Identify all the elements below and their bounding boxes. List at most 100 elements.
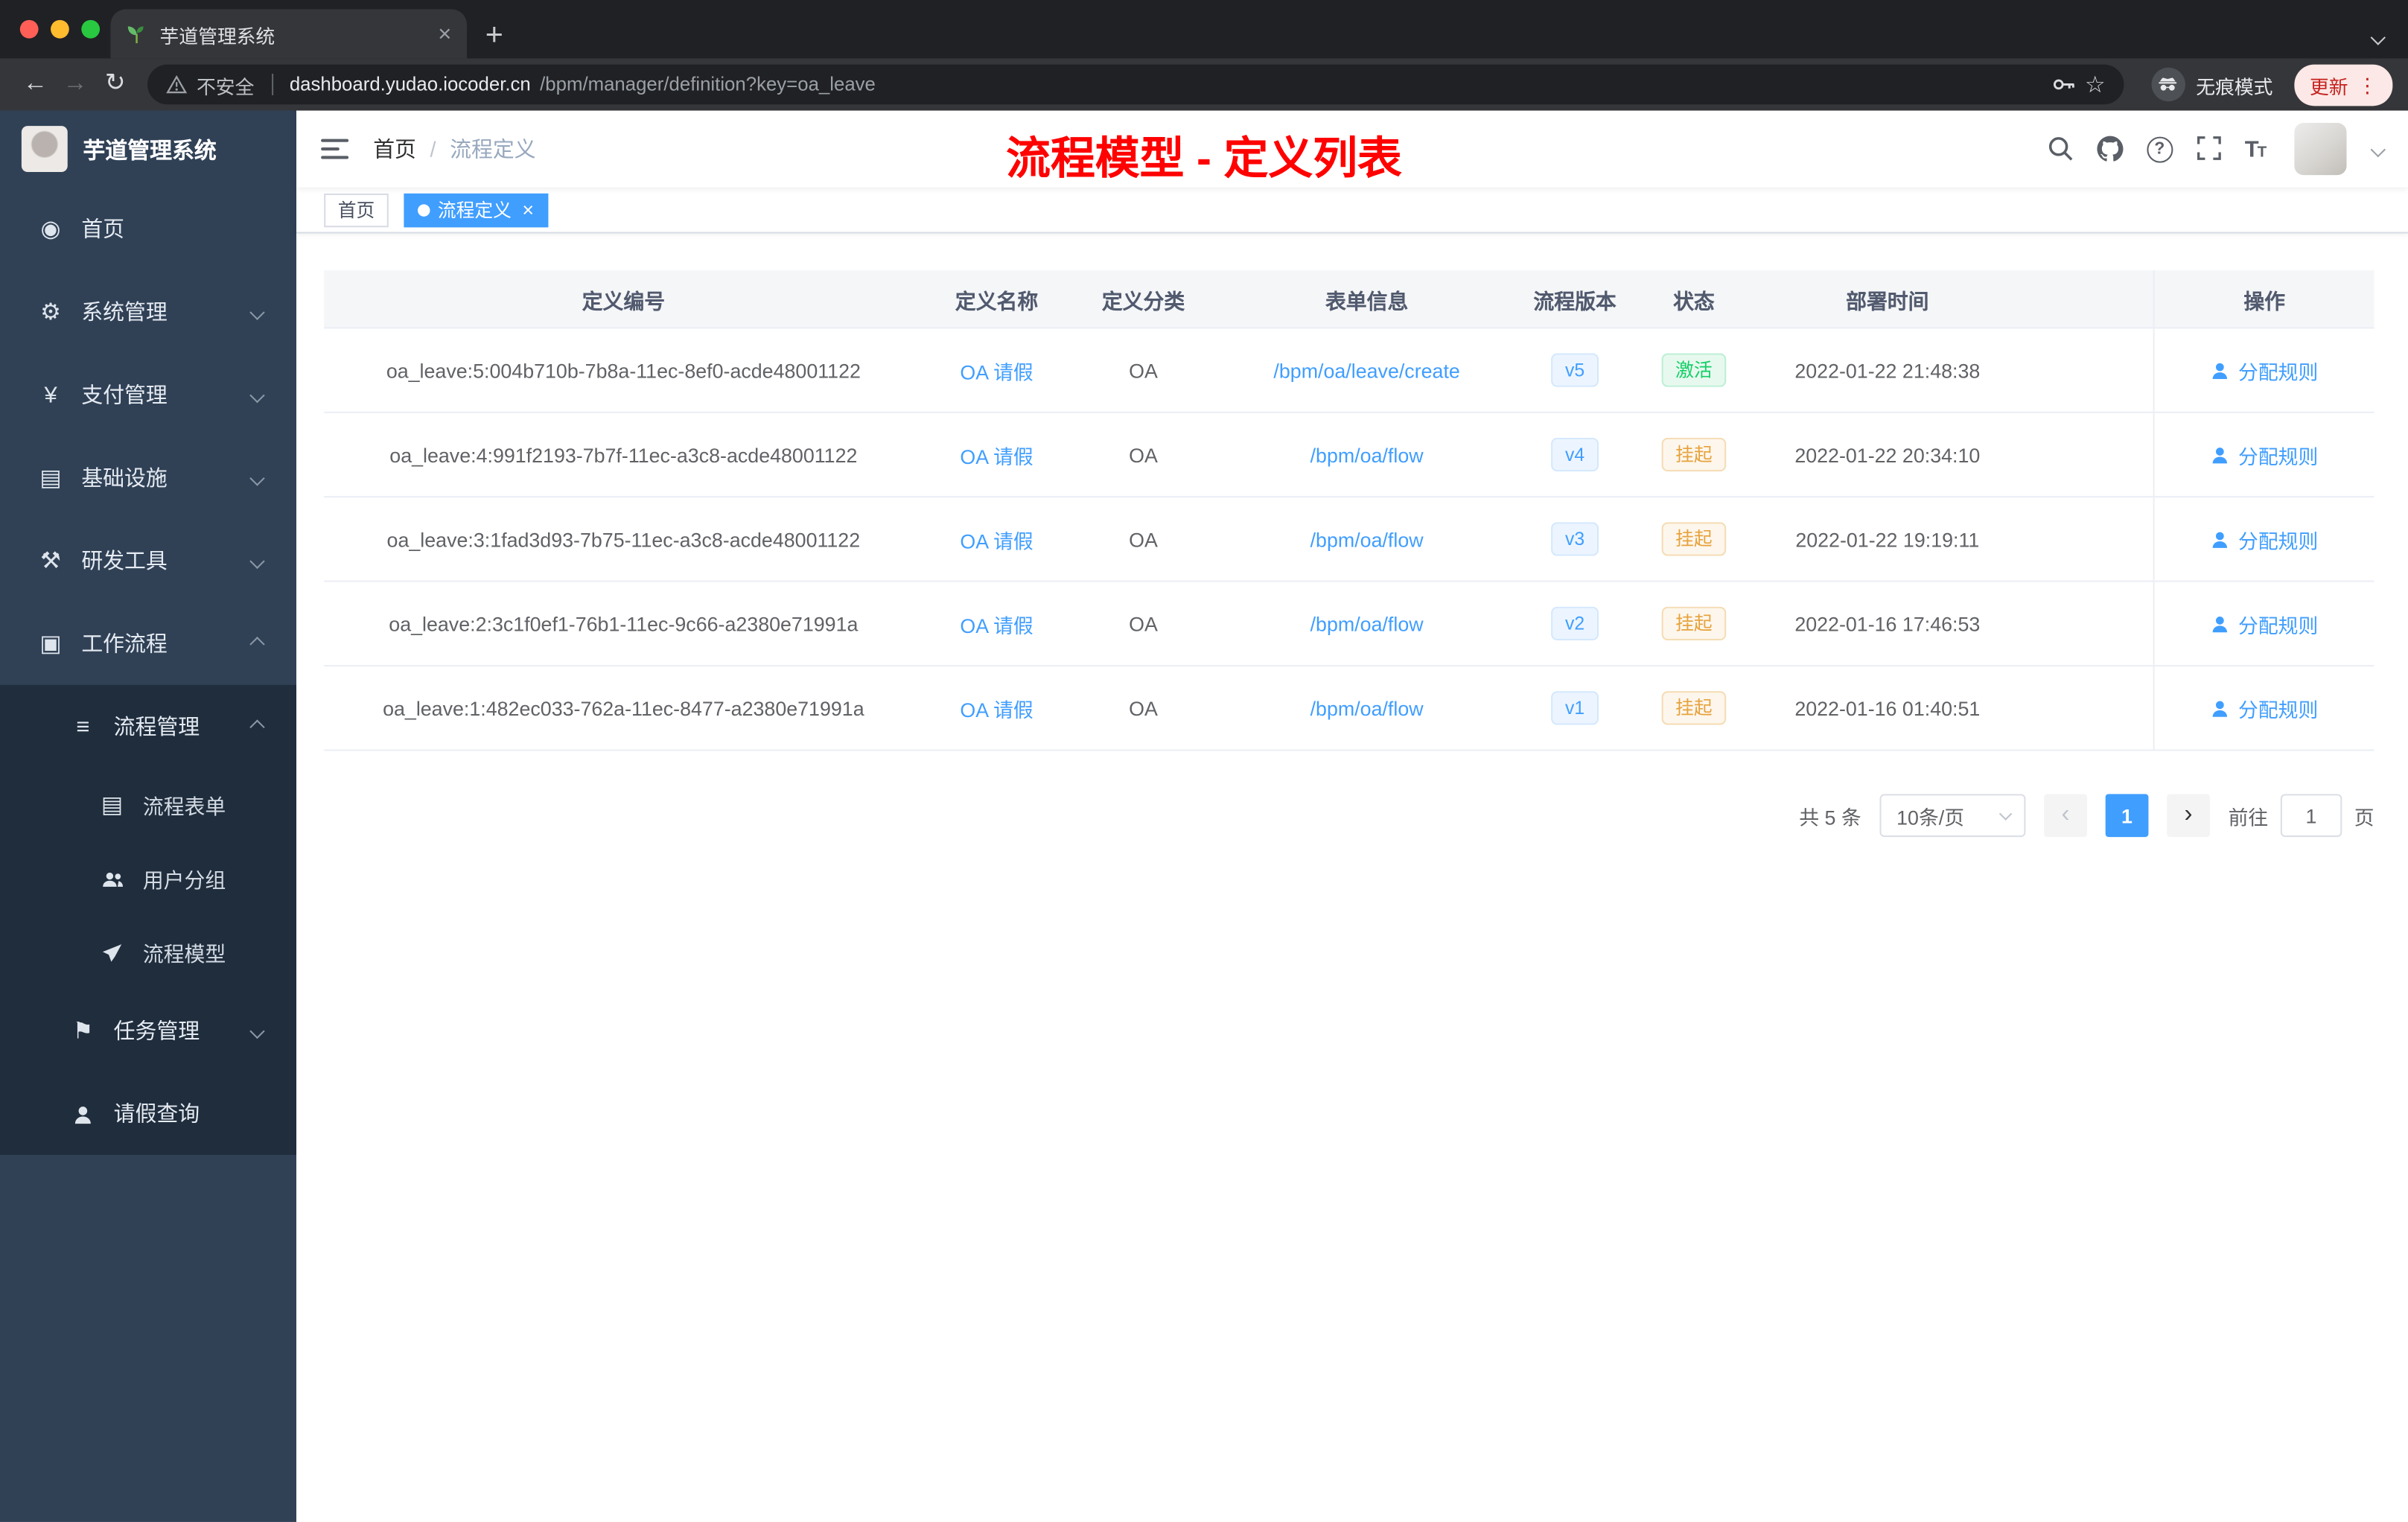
fullscreen-icon[interactable]	[2196, 136, 2222, 163]
minimize-window-button[interactable]	[51, 19, 69, 39]
sidebar-item-payment-management[interactable]: ¥ 支付管理	[0, 353, 296, 436]
goto-page: 前往 页	[2229, 794, 2374, 838]
form-info-link[interactable]: /bpm/oa/flow	[1217, 443, 1517, 466]
assign-rule-button[interactable]: 分配规则	[2211, 693, 2318, 722]
action-cell: 分配规则	[2153, 328, 2374, 412]
definition-name-link[interactable]: OA 请假	[923, 693, 1071, 722]
tab-search-icon[interactable]	[2370, 23, 2386, 51]
definition-category-cell: OA	[1129, 527, 1158, 551]
chevron-down-icon[interactable]	[2370, 141, 2386, 157]
sidebar-item-home[interactable]: ◉ 首页	[0, 188, 296, 270]
search-icon[interactable]	[2047, 136, 2073, 163]
browser-tab[interactable]: 芋道管理系统 ×	[110, 9, 467, 59]
definition-category-cell: OA	[1129, 611, 1158, 635]
tags-view-bar: 首页 流程定义 ×	[296, 187, 2408, 234]
next-page-button[interactable]: ›	[2167, 794, 2210, 838]
current-page-button[interactable]: 1	[2105, 794, 2149, 838]
form-icon: ▤	[101, 792, 124, 819]
sidebar-item-workflow[interactable]: ▣ 工作流程	[0, 602, 296, 685]
user-avatar[interactable]	[2294, 123, 2347, 176]
app-window: 芋道管理系统 ◉ 首页 ⚙ 系统管理 ¥ 支付管理 ▤ 基础设施 ⚒ 研发工具 …	[0, 110, 2408, 1522]
divider	[271, 74, 273, 95]
action-cell: 分配规则	[2153, 497, 2374, 581]
password-key-icon[interactable]	[2051, 72, 2076, 97]
window-controls	[19, 19, 101, 39]
sidebar-item-user-group[interactable]: 用户分组	[0, 841, 296, 915]
form-info-link[interactable]: /bpm/oa/flow	[1217, 696, 1517, 719]
sidebar-item-task-management[interactable]: ⚑ 任务管理	[0, 989, 296, 1072]
table-row: oa_leave:5:004b710b-7b8a-11ec-8ef0-acde4…	[324, 328, 2374, 413]
form-info-link[interactable]: /bpm/oa/leave/create	[1217, 359, 1517, 382]
column-header-action: 操作	[2153, 270, 2374, 328]
version-tag: v3	[1551, 522, 1599, 556]
definition-name-link[interactable]: OA 请假	[923, 440, 1071, 469]
address-bar[interactable]: 不安全 dashboard.yudao.iocoder.cn/bpm/manag…	[147, 64, 2124, 105]
tab-close-icon[interactable]: ×	[438, 22, 451, 45]
active-dot-icon	[418, 203, 430, 216]
chevron-up-icon	[249, 719, 265, 734]
font-size-icon[interactable]: TT	[2245, 136, 2267, 162]
definition-category-cell: OA	[1129, 696, 1158, 720]
assign-rule-button[interactable]: 分配规则	[2211, 524, 2318, 553]
breadcrumb-home[interactable]: 首页	[373, 133, 416, 164]
status-tag: 挂起	[1661, 437, 1727, 472]
assign-rule-button[interactable]: 分配规则	[2211, 440, 2318, 469]
reload-button[interactable]: ↻	[95, 71, 136, 97]
sidebar-item-system-management[interactable]: ⚙ 系统管理	[0, 270, 296, 353]
breadcrumb-separator: /	[430, 136, 436, 162]
user-group-icon	[95, 865, 129, 891]
sidebar-item-process-form[interactable]: ▤ 流程表单	[0, 768, 296, 841]
user-icon	[2211, 698, 2231, 718]
action-cell: 分配规则	[2153, 413, 2374, 497]
form-info-link[interactable]: /bpm/oa/flow	[1217, 612, 1517, 635]
update-label: 更新	[2309, 76, 2348, 98]
chevron-down-icon	[249, 470, 265, 485]
tab-home[interactable]: 首页	[324, 192, 389, 227]
definition-name-link[interactable]: OA 请假	[923, 355, 1071, 384]
app-logo[interactable]: 芋道管理系统	[0, 111, 296, 188]
browser-menu-icon[interactable]: ⋮	[2357, 74, 2377, 95]
update-button[interactable]: 更新 ⋮	[2294, 63, 2393, 106]
breadcrumb-current: 流程定义	[450, 136, 536, 162]
process-version-cell: v5	[1517, 353, 1633, 387]
prev-page-button[interactable]: ‹	[2044, 794, 2087, 838]
zoom-window-button[interactable]	[81, 19, 101, 39]
goto-page-input[interactable]	[2280, 794, 2342, 838]
help-icon[interactable]: ?	[2146, 136, 2173, 162]
column-header: 流程版本	[1533, 289, 1617, 313]
not-secure-warning-icon	[166, 75, 188, 94]
sidebar-menu: ◉ 首页 ⚙ 系统管理 ¥ 支付管理 ▤ 基础设施 ⚒ 研发工具 ▣ 工作流程 …	[0, 188, 297, 1155]
gear-icon: ⚙	[40, 299, 61, 326]
workflow-icon: ▣	[39, 631, 62, 657]
definition-name-link[interactable]: OA 请假	[923, 524, 1071, 553]
version-tag: v4	[1551, 437, 1599, 472]
bookmark-star-icon[interactable]: ☆	[2085, 71, 2106, 98]
chevron-down-icon	[249, 304, 265, 319]
definition-name-link[interactable]: OA 请假	[923, 609, 1071, 638]
form-info-link[interactable]: /bpm/oa/flow	[1217, 527, 1517, 550]
sidebar-item-process-model[interactable]: 流程模型	[0, 915, 296, 989]
assign-rule-button[interactable]: 分配规则	[2211, 355, 2318, 384]
close-tab-icon[interactable]: ×	[522, 200, 534, 220]
tab-title: 芋道管理系统	[159, 25, 275, 47]
sidebar-item-process-management[interactable]: ≡ 流程管理	[0, 685, 296, 768]
sidebar-item-dev-tools[interactable]: ⚒ 研发工具	[0, 519, 296, 602]
definition-category-cell: OA	[1129, 358, 1158, 382]
page-size-select[interactable]: 10条/页	[1879, 794, 2026, 838]
status-tag: 挂起	[1661, 522, 1727, 556]
github-icon[interactable]	[2096, 135, 2124, 163]
back-button[interactable]: ←	[16, 71, 56, 97]
column-header: 表单信息	[1325, 289, 1409, 313]
assign-rule-button[interactable]: 分配规则	[2211, 609, 2318, 638]
logo-title: 芋道管理系统	[83, 138, 217, 164]
close-window-button[interactable]	[19, 19, 39, 39]
definition-id-cell: oa_leave:3:1fad3d93-7b75-11ec-a3c8-acde4…	[386, 527, 861, 551]
goto-suffix-label: 页	[2354, 805, 2374, 829]
new-tab-button[interactable]: +	[485, 20, 503, 51]
action-cell: 分配规则	[2153, 582, 2374, 666]
forward-button[interactable]: →	[55, 71, 95, 97]
sidebar-item-leave-query[interactable]: 请假查询	[0, 1072, 296, 1155]
sidebar-toggle-icon[interactable]	[321, 137, 348, 162]
tab-process-definition[interactable]: 流程定义 ×	[404, 192, 548, 227]
sidebar-item-infrastructure[interactable]: ▤ 基础设施	[0, 436, 296, 519]
